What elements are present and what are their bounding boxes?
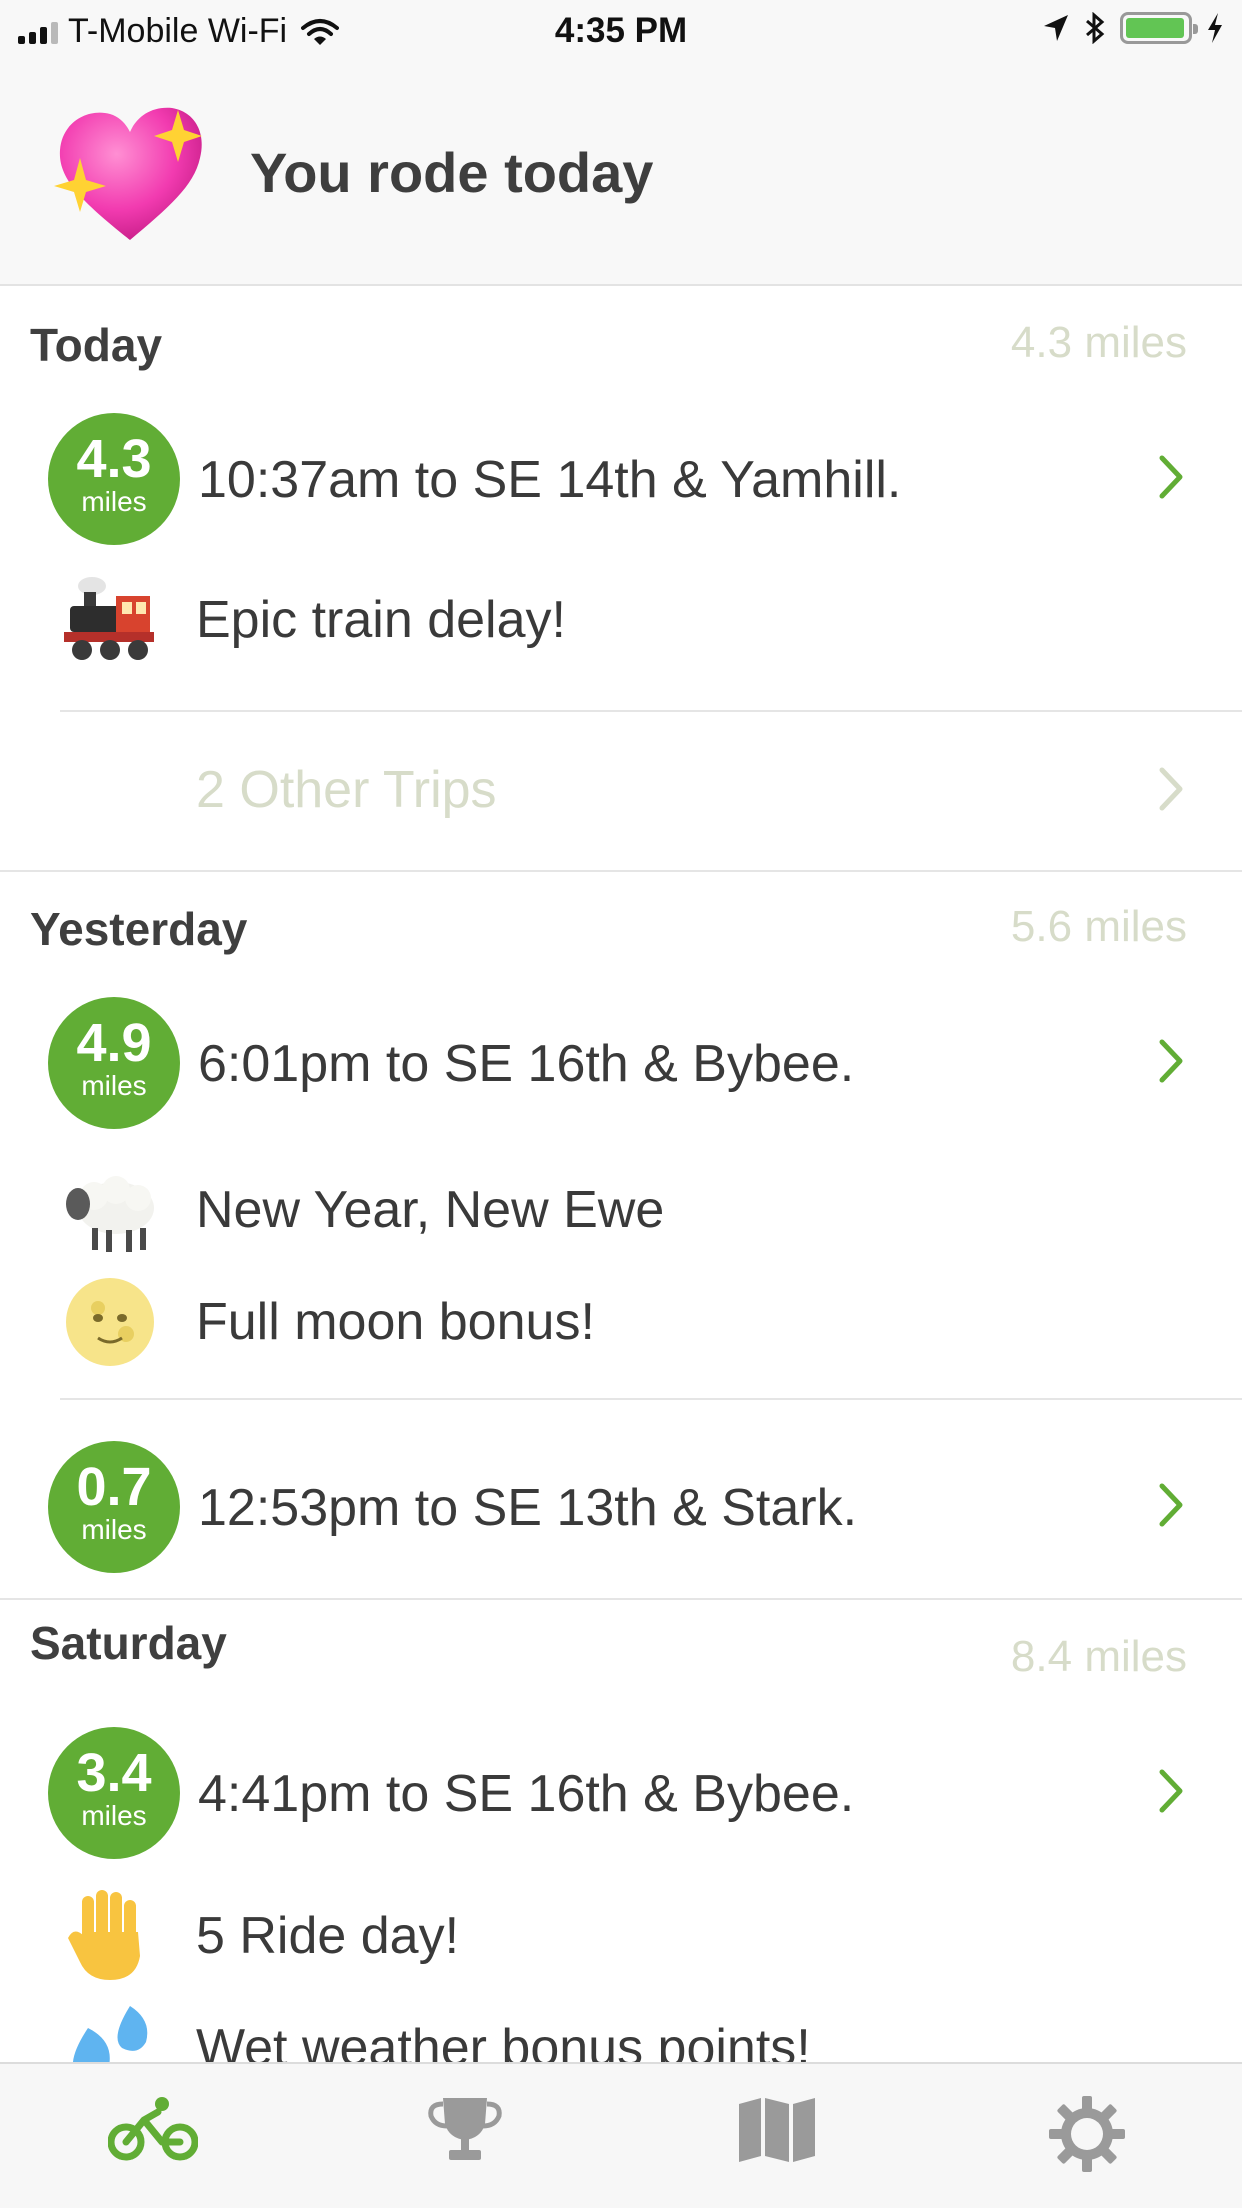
chevron-right-icon [1159,1039,1183,1083]
trip-note: New Year, New Ewe [0,1154,1242,1266]
section-header-today: Today 4.3 miles [0,288,1242,371]
page-title: You rode today [250,141,654,204]
chevron-right-icon [1159,455,1183,499]
rides-feed[interactable]: Today 4.3 miles 4.3 miles 10:37am to SE … [0,288,1242,2062]
miles-unit: miles [81,486,147,517]
section-day-label: Today [30,319,163,371]
note-text: Full moon bonus! [196,1293,595,1351]
trip-row[interactable]: 0.7 miles 12:53pm to SE 13th & Stark. [0,1436,1242,1576]
trip-note: Wet weather bonus points! [0,1992,1242,2062]
sparkling-heart-icon [54,107,202,240]
trip-row[interactable]: 3.4 miles 4:41pm to SE 16th & Bybee. [0,1722,1242,1862]
trophy-icon [428,2098,502,2160]
section-total-miles: 5.6 miles [1010,902,1187,951]
chevron-right-icon [1159,1483,1183,1527]
trip-note: Full moon bonus! [0,1266,1242,1378]
status-bar: T-Mobile Wi-Fi 4:35 PM [0,0,1242,62]
bluetooth-icon [1086,12,1105,44]
tab-settings[interactable] [1032,2094,1142,2184]
sheep-icon [66,1176,154,1252]
trip-description: 6:01pm to SE 16th & Bybee. [198,1035,855,1093]
other-trips-label: 2 Other Trips [196,761,497,819]
section-day-label: Saturday [30,1617,227,1669]
miles-badge: 3.4 miles [48,1727,180,1859]
section-total-miles: 4.3 miles [1010,318,1187,367]
bicycle-icon [108,2097,198,2161]
miles-unit: miles [81,1514,147,1545]
note-text: 5 Ride day! [196,1907,460,1965]
chevron-right-icon [1159,767,1183,811]
status-right [1042,12,1224,44]
miles-badge: 0.7 miles [48,1441,180,1573]
trip-note: Epic train delay! [0,564,1242,676]
miles-value: 4.9 [76,1013,152,1073]
trip-row[interactable]: 4.3 miles 10:37am to SE 14th & Yamhill. [0,408,1242,548]
other-trips-row[interactable]: 2 Other Trips [0,712,1242,862]
page-header: You rode today [0,62,1242,286]
trip-description: 4:41pm to SE 16th & Bybee. [198,1765,855,1823]
gear-icon [1049,2096,1125,2172]
charging-bolt-icon [1208,13,1222,43]
sweat-droplets-icon [73,2006,148,2062]
steam-locomotive-icon [64,577,154,660]
miles-value: 0.7 [76,1457,152,1517]
app-screen: T-Mobile Wi-Fi 4:35 PM You rode today To… [0,0,1242,2208]
tab-map[interactable] [722,2094,832,2184]
row-divider [60,1398,1242,1400]
note-text: Wet weather bonus points! [196,2019,811,2062]
trip-description: 10:37am to SE 14th & Yamhill. [198,451,902,509]
miles-unit: miles [81,1070,147,1101]
miles-badge: 4.3 miles [48,413,180,545]
tab-bar [0,2062,1242,2208]
raised-hand-icon [68,1890,140,1980]
trip-description: 12:53pm to SE 13th & Stark. [198,1479,858,1537]
battery-icon [1120,12,1198,44]
miles-unit: miles [81,1800,147,1831]
tab-trophies[interactable] [410,2094,520,2184]
map-icon [739,2098,815,2162]
note-text: Epic train delay! [196,591,566,649]
tab-rides[interactable] [98,2094,208,2184]
miles-value: 4.3 [76,429,152,489]
location-arrow-icon [1044,15,1068,41]
miles-value: 3.4 [76,1743,152,1803]
section-total-miles: 8.4 miles [1010,1632,1187,1681]
trip-row[interactable]: 4.9 miles 6:01pm to SE 16th & Bybee. [0,992,1242,1132]
section-header-saturday: Saturday 8.4 miles [0,1586,1242,1681]
full-moon-face-icon [66,1278,154,1366]
miles-badge: 4.9 miles [48,997,180,1129]
note-text: New Year, New Ewe [196,1181,665,1239]
section-day-label: Yesterday [30,903,248,955]
trip-note: 5 Ride day! [0,1880,1242,1992]
chevron-right-icon [1159,1769,1183,1813]
section-header-yesterday: Yesterday 5.6 miles [0,872,1242,955]
